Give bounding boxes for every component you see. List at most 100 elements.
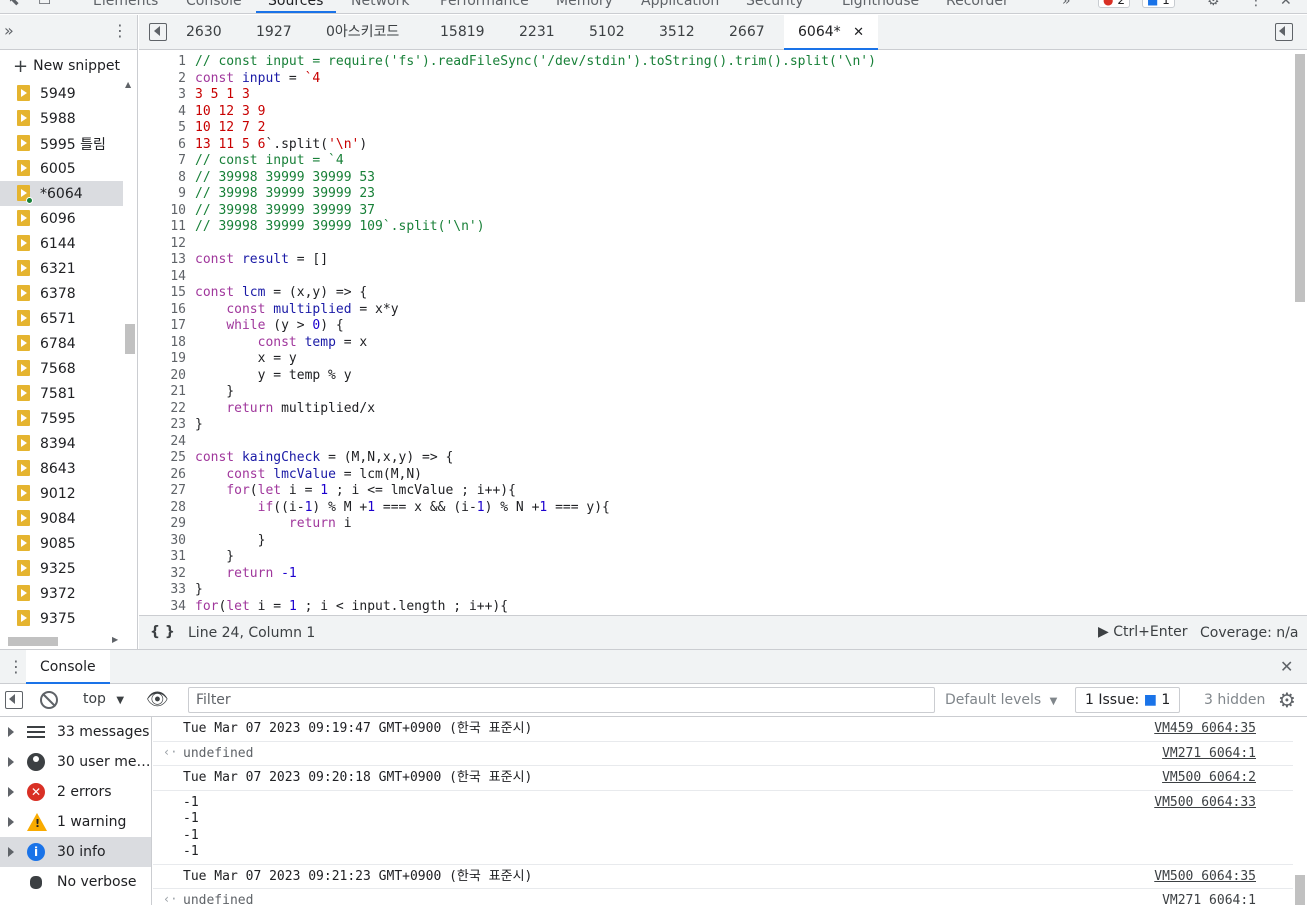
code-line[interactable]: 33} xyxy=(139,582,1293,599)
code-line[interactable]: 2 const input = `4 xyxy=(139,71,1293,88)
scroll-up-icon[interactable]: ▲ xyxy=(125,80,131,89)
scroll-right-icon[interactable]: ▶ xyxy=(112,635,118,644)
line-number[interactable]: 27 xyxy=(139,483,186,500)
line-number[interactable]: 10 xyxy=(139,203,186,220)
close-devtools-icon[interactable]: ✕ xyxy=(1280,0,1292,9)
line-number[interactable]: 18 xyxy=(139,335,186,352)
console-sidebar-group[interactable]: 30 user me… xyxy=(0,747,151,777)
code-line[interactable]: 34 for(let i = 1 ; i < input.length ; i++… xyxy=(139,599,1293,616)
code-line[interactable]: 32 return -1 xyxy=(139,566,1293,583)
close-tab-icon[interactable]: ✕ xyxy=(853,25,864,40)
code-line[interactable]: 9 // 39998 39999 39999 23 xyxy=(139,186,1293,203)
code-line[interactable]: 10 // 39998 39999 39999 37 xyxy=(139,203,1293,220)
code-line[interactable]: 3 3 5 1 3 xyxy=(139,87,1293,104)
code-editor[interactable]: 1 // const input = require('fs').readFile… xyxy=(139,50,1293,615)
code-line[interactable]: 28 if((i-1) % M +1 === x && (i-1) % N +1… xyxy=(139,500,1293,517)
line-number[interactable]: 17 xyxy=(139,318,186,335)
code-line[interactable]: 11 // 39998 39999 39999 109`.split('\n') xyxy=(139,219,1293,236)
console-sidebar-group[interactable]: ✕ 2 errors xyxy=(0,777,151,807)
console-source-link[interactable]: VM500 6064:35 xyxy=(1154,869,1256,884)
code-line[interactable]: 1 // const input = require('fs').readFile… xyxy=(139,54,1293,71)
tab-recorder[interactable]: Recorder xyxy=(946,0,1009,9)
tab-lighthouse[interactable]: Lighthouse xyxy=(842,0,919,9)
new-snippet-button[interactable]: + New snippet xyxy=(0,51,137,81)
console-settings-icon[interactable]: ⚙ xyxy=(1278,688,1296,712)
line-number[interactable]: 19 xyxy=(139,351,186,368)
tab-console[interactable]: Console xyxy=(186,0,242,9)
line-number[interactable]: 29 xyxy=(139,516,186,533)
line-number[interactable]: 34 xyxy=(139,599,186,616)
line-number[interactable]: 4 xyxy=(139,104,186,121)
code-line[interactable]: 30 } xyxy=(139,533,1293,550)
code-line[interactable]: 27 for(let i = 1 ; i <= lmcValue ; i++){ xyxy=(139,483,1293,500)
code-line[interactable]: 4 10 12 3 9 xyxy=(139,104,1293,121)
snippet-item[interactable]: 6005 xyxy=(0,156,123,181)
line-number[interactable]: 16 xyxy=(139,302,186,319)
line-number[interactable]: 15 xyxy=(139,285,186,302)
scrollbar-thumb[interactable] xyxy=(8,637,58,646)
navigator-vertical-scrollbar[interactable]: ▲ xyxy=(123,80,137,635)
line-number[interactable]: 32 xyxy=(139,566,186,583)
console-sidebar-group[interactable]: ! 1 warning xyxy=(0,807,151,837)
expand-arrow-icon[interactable] xyxy=(8,727,14,737)
drawer-menu-icon[interactable]: ⋮ xyxy=(8,657,24,676)
snippet-item[interactable]: 9012 xyxy=(0,481,123,506)
code-line[interactable]: 7 // const input = `4 xyxy=(139,153,1293,170)
line-number[interactable]: 7 xyxy=(139,153,186,170)
snippet-item[interactable]: 6378 xyxy=(0,281,123,306)
console-sidebar-group[interactable]: 33 messages xyxy=(0,717,151,747)
line-number[interactable]: 22 xyxy=(139,401,186,418)
snippet-item[interactable]: 7581 xyxy=(0,381,123,406)
tab-network[interactable]: Network xyxy=(351,0,409,9)
line-number[interactable]: 8 xyxy=(139,170,186,187)
expand-arrow-icon[interactable] xyxy=(8,847,14,857)
more-tabs-icon[interactable]: » xyxy=(1062,0,1071,9)
snippet-item[interactable]: 8394 xyxy=(0,431,123,456)
more-tabs-chevron-icon[interactable]: » xyxy=(4,21,14,40)
line-number[interactable]: 11 xyxy=(139,219,186,236)
settings-icon[interactable]: ⚙ xyxy=(1207,0,1220,9)
snippet-item[interactable]: 5949 xyxy=(0,81,123,106)
snippet-item[interactable]: 5988 xyxy=(0,106,123,131)
line-number[interactable]: 23 xyxy=(139,417,186,434)
line-number[interactable]: 20 xyxy=(139,368,186,385)
snippet-item[interactable]: 7595 xyxy=(0,406,123,431)
code-line[interactable]: 13 const result = [] xyxy=(139,252,1293,269)
line-number[interactable]: 5 xyxy=(139,120,186,137)
code-line[interactable]: 15 const lcm = (x,y) => { xyxy=(139,285,1293,302)
scrollbar-thumb[interactable] xyxy=(125,324,135,354)
device-toolbar-icon[interactable]: ▭ xyxy=(38,0,51,9)
context-selector[interactable]: top ▼ xyxy=(83,691,124,707)
run-snippet-button[interactable]: ▶ Ctrl+Enter xyxy=(1098,624,1187,640)
snippet-item[interactable]: 6571 xyxy=(0,306,123,331)
line-number[interactable]: 9 xyxy=(139,186,186,203)
console-sidebar-group[interactable]: No verbose xyxy=(0,867,151,897)
inspect-icon[interactable]: ⬉ xyxy=(8,0,20,9)
editor-tab-2630[interactable]: 2630 xyxy=(186,15,222,49)
snippet-item[interactable]: 6144 xyxy=(0,231,123,256)
info-badge[interactable]: ■ 1 xyxy=(1142,0,1175,8)
snippet-item[interactable]: 6096 xyxy=(0,206,123,231)
snippet-item[interactable]: 9375 xyxy=(0,606,123,631)
navigator-horizontal-scrollbar[interactable]: ▶ xyxy=(0,634,123,648)
console-vertical-scrollbar[interactable] xyxy=(1293,717,1307,905)
scrollbar-thumb[interactable] xyxy=(1295,54,1305,302)
toggle-debugger-icon[interactable] xyxy=(1275,23,1293,41)
editor-tab-3512[interactable]: 3512 xyxy=(659,15,695,49)
line-number[interactable]: 26 xyxy=(139,467,186,484)
snippet-item[interactable]: 9325 xyxy=(0,556,123,581)
tab-performance[interactable]: Performance xyxy=(440,0,529,9)
errors-badge[interactable]: ● 2 xyxy=(1098,0,1130,8)
toggle-sidebar-icon[interactable] xyxy=(5,691,23,709)
code-line[interactable]: 5 10 12 7 2 xyxy=(139,120,1293,137)
code-line[interactable]: 25 const kaingCheck = (M,N,x,y) => { xyxy=(139,450,1293,467)
editor-tab-5102[interactable]: 5102 xyxy=(589,15,625,49)
editor-tab-1927[interactable]: 1927 xyxy=(256,15,292,49)
snippet-item[interactable]: 6321 xyxy=(0,256,123,281)
line-number[interactable]: 2 xyxy=(139,71,186,88)
console-sidebar-group[interactable]: i 30 info xyxy=(0,837,151,867)
snippet-item[interactable]: 9372 xyxy=(0,581,123,606)
tab-memory[interactable]: Memory xyxy=(556,0,613,9)
clear-console-icon[interactable] xyxy=(40,691,58,709)
code-line[interactable]: 31 } xyxy=(139,549,1293,566)
